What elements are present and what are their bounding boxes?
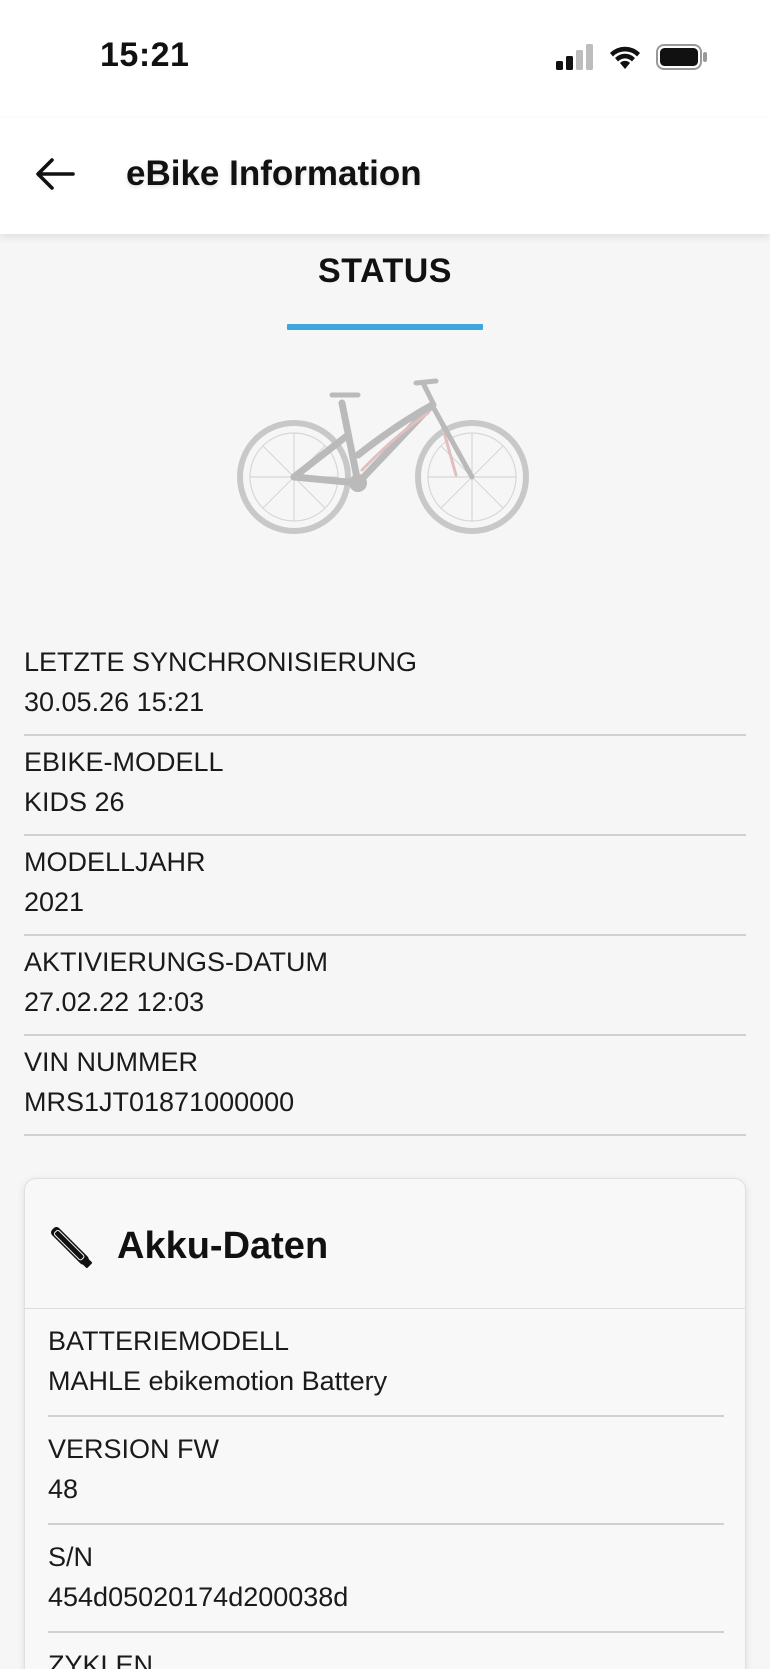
info-row-last-sync: LETZTE SYNCHRONISIERUNG 30.05.26 15:21 — [24, 636, 746, 736]
info-value: 48 — [48, 1474, 79, 1504]
info-value: 2021 — [24, 887, 85, 917]
info-label: LETZTE SYNCHRONISIERUNG — [24, 647, 418, 677]
info-label: EBIKE-MODELL — [24, 747, 224, 777]
app-header: eBike Information — [0, 118, 770, 234]
info-label: ZYKLEN — [48, 1650, 154, 1669]
info-value: 30.05.26 15:21 — [24, 687, 205, 717]
bike-image — [237, 378, 529, 534]
info-label: BATTERIEMODELL — [48, 1326, 290, 1356]
info-row-activation-date: AKTIVIERUNGS-DATUM 27.02.22 12:03 — [24, 936, 746, 1036]
info-label: S/N — [48, 1542, 94, 1572]
info-value: MAHLE ebikemotion Battery — [48, 1366, 388, 1396]
info-value: 27.02.22 12:03 — [24, 987, 205, 1017]
battery-row-model: BATTERIEMODELL MAHLE ebikemotion Battery — [48, 1309, 724, 1417]
info-value: KIDS 26 — [24, 787, 125, 817]
battery-row-firmware: VERSION FW 48 — [48, 1417, 724, 1525]
info-row-vin: VIN NUMMER MRS1JT01871000000 — [24, 1036, 746, 1136]
info-value: 454d05020174d200038d — [48, 1582, 349, 1612]
tab-active-indicator — [287, 324, 483, 330]
info-label: AKTIVIERUNGS-DATUM — [24, 947, 329, 977]
battery-row-serial: S/N 454d05020174d200038d — [48, 1525, 724, 1633]
info-label: VIN NUMMER — [24, 1047, 198, 1077]
info-row-model-year: MODELLJAHR 2021 — [24, 836, 746, 936]
arrow-left-icon — [36, 158, 75, 190]
status-icons — [556, 42, 708, 72]
card-header: Akku-Daten — [25, 1179, 745, 1309]
back-button[interactable] — [30, 152, 80, 196]
wifi-icon — [610, 46, 640, 69]
tab-status-label: STATUS — [318, 252, 452, 290]
battery-data-card: Akku-Daten BATTERIEMODELL MAHLE ebikemot… — [24, 1178, 746, 1669]
battery-status-icon — [656, 44, 707, 70]
info-value: MRS1JT01871000000 — [24, 1087, 295, 1117]
battery-info-list: BATTERIEMODELL MAHLE ebikemotion Battery… — [48, 1309, 724, 1669]
page-title: eBike Information — [126, 154, 422, 193]
status-info-list: LETZTE SYNCHRONISIERUNG 30.05.26 15:21 E… — [24, 636, 746, 1136]
battery-row-cycles: ZYKLEN — [48, 1633, 724, 1669]
info-label: VERSION FW — [48, 1434, 220, 1464]
tab-status[interactable]: STATUS — [287, 250, 483, 330]
info-row-ebike-model: EBIKE-MODELL KIDS 26 — [24, 736, 746, 836]
status-time: 15:21 — [100, 36, 190, 74]
cellular-signal-icon — [556, 44, 593, 70]
info-label: MODELLJAHR — [24, 847, 206, 877]
battery-tube-icon — [51, 1227, 93, 1269]
card-title: Akku-Daten — [117, 1225, 329, 1267]
status-bar: 15:21 — [0, 0, 770, 118]
